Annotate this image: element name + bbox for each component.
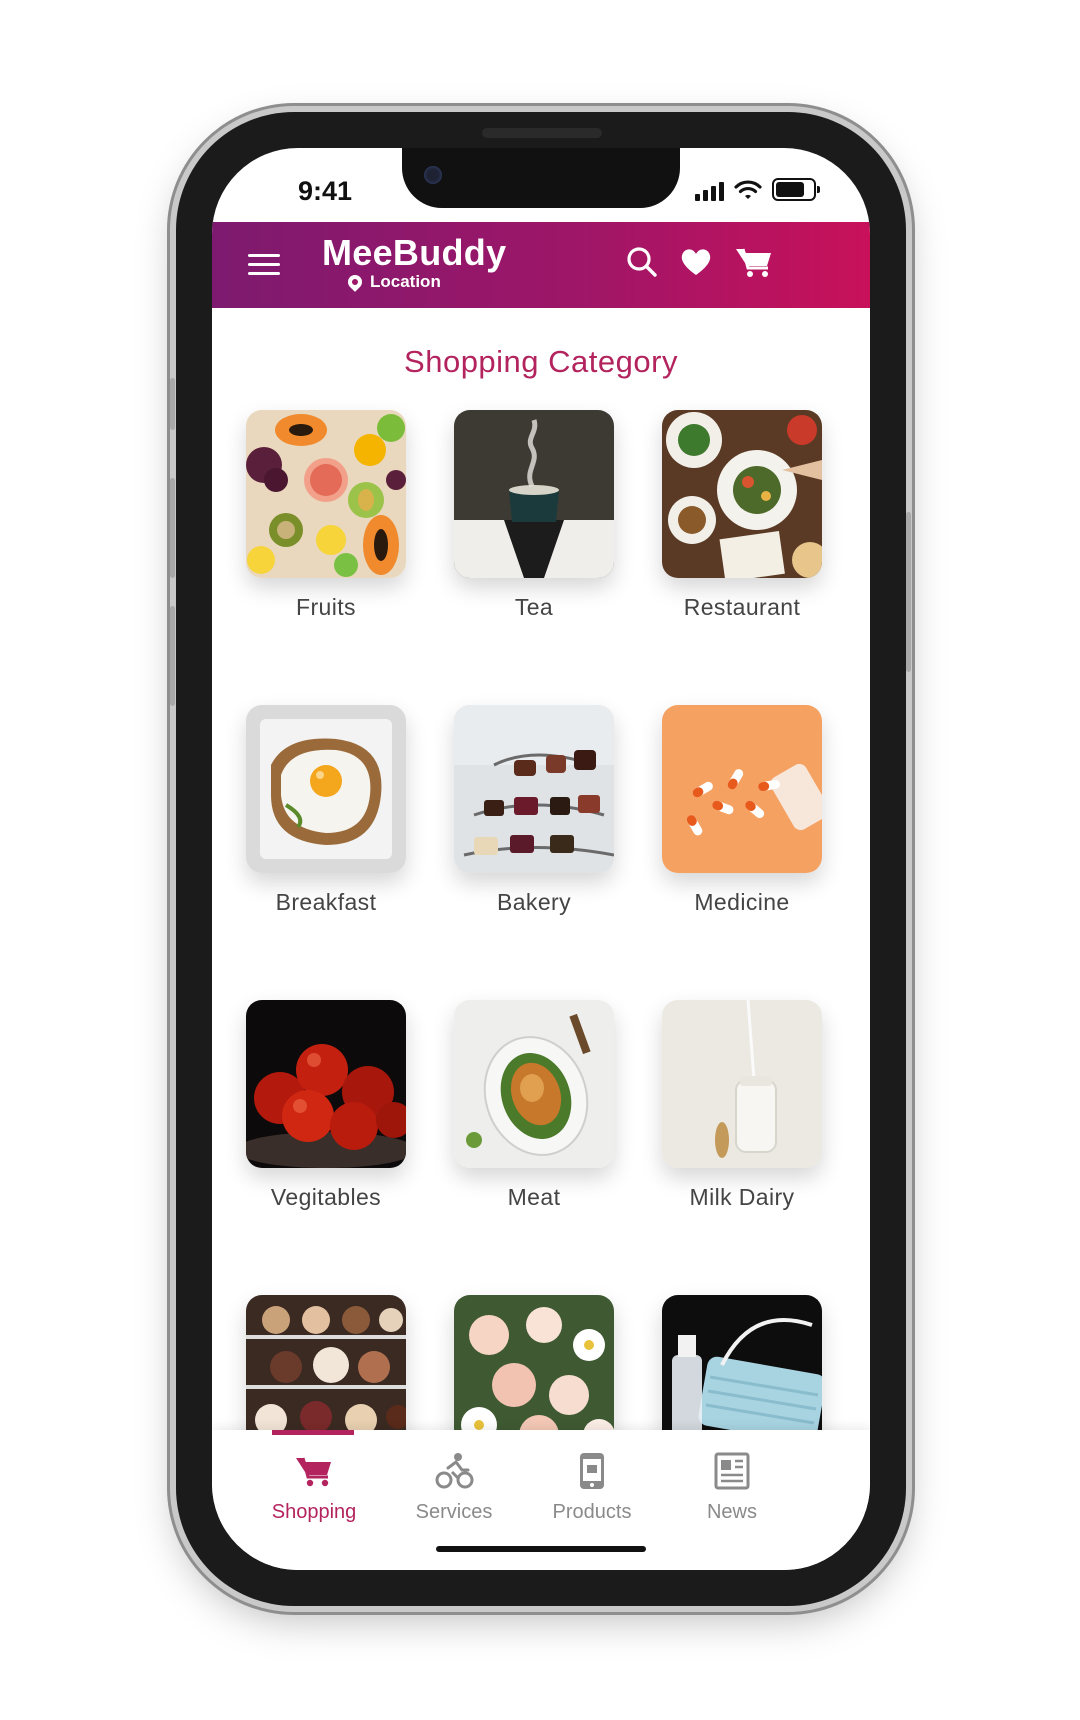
volume-up-button [170,478,175,578]
location-pin-icon [345,272,365,292]
category-restaurant[interactable]: Restaurant [662,410,822,621]
nav-label: Products [552,1501,632,1523]
app-title: MeeBuddy [322,232,507,273]
home-indicator[interactable] [436,1546,646,1552]
category-label: Medicine [694,889,790,915]
nav-label: Shopping [271,1501,357,1523]
milk-dairy-image [662,1000,822,1168]
nav-label: Services [415,1501,493,1523]
location-selector[interactable]: Location [345,272,441,292]
app-bar: MeeBuddy Location [212,222,870,308]
signal-icon [695,179,724,201]
wifi-icon [734,180,762,199]
cart-icon[interactable] [734,244,774,280]
category-milk-dairy[interactable]: Milk Dairy [662,1000,822,1211]
meat-image [454,1000,614,1168]
category-breakfast[interactable]: Breakfast [246,705,406,916]
search-icon[interactable] [624,244,660,280]
category-tea[interactable]: Tea [454,410,614,621]
phone-icon [580,1453,604,1489]
category-label: Restaurant [683,594,801,620]
restaurant-image [662,410,822,578]
nav-label: News [706,1501,757,1523]
silent-switch [170,378,175,430]
category-label: Bakery [497,889,571,915]
cart-icon [296,1457,331,1487]
status-icons [695,178,820,201]
category-vegitables[interactable]: Vegitables [246,1000,406,1211]
category-medicine[interactable]: Medicine [662,705,822,916]
breakfast-image [246,705,406,873]
battery-icon [772,178,820,201]
earpiece [482,128,602,138]
fruits-image [246,410,406,578]
section-title: Shopping Category [404,344,678,379]
category-grid: Fruits Tea Restaurant Breakfast Bakery M… [246,410,846,1463]
heart-icon[interactable] [678,244,714,280]
category-label: Breakfast [275,889,377,915]
nav-services[interactable]: Services [384,1452,524,1524]
bakery-image [454,705,614,873]
vegitables-image [246,1000,406,1168]
category-label: Vegitables [270,1184,382,1210]
power-button [906,512,911,672]
category-label: Tea [514,594,554,620]
category-label: Milk Dairy [689,1184,795,1210]
nav-shopping[interactable]: Shopping [244,1452,384,1524]
location-label: Location [370,272,441,291]
active-tab-indicator [272,1430,354,1435]
menu-icon[interactable] [248,252,280,278]
category-meat[interactable]: Meat [454,1000,614,1211]
nav-news[interactable]: News [662,1452,802,1524]
category-bakery[interactable]: Bakery [454,705,614,916]
category-label: Meat [507,1184,561,1210]
bottom-navigation: Shopping Services Products News [212,1430,870,1570]
category-fruits[interactable]: Fruits [246,410,406,621]
cyclist-icon [435,1453,474,1489]
nav-products[interactable]: Products [522,1452,662,1524]
notch [402,148,680,208]
newspaper-icon [714,1452,750,1490]
phone-screen: 9:41 MeeBuddy Location Shopping Category… [212,148,870,1570]
tea-image [454,410,614,578]
category-label: Fruits [296,594,356,620]
medicine-image [662,705,822,873]
status-time: 9:41 [298,176,353,206]
volume-down-button [170,606,175,706]
